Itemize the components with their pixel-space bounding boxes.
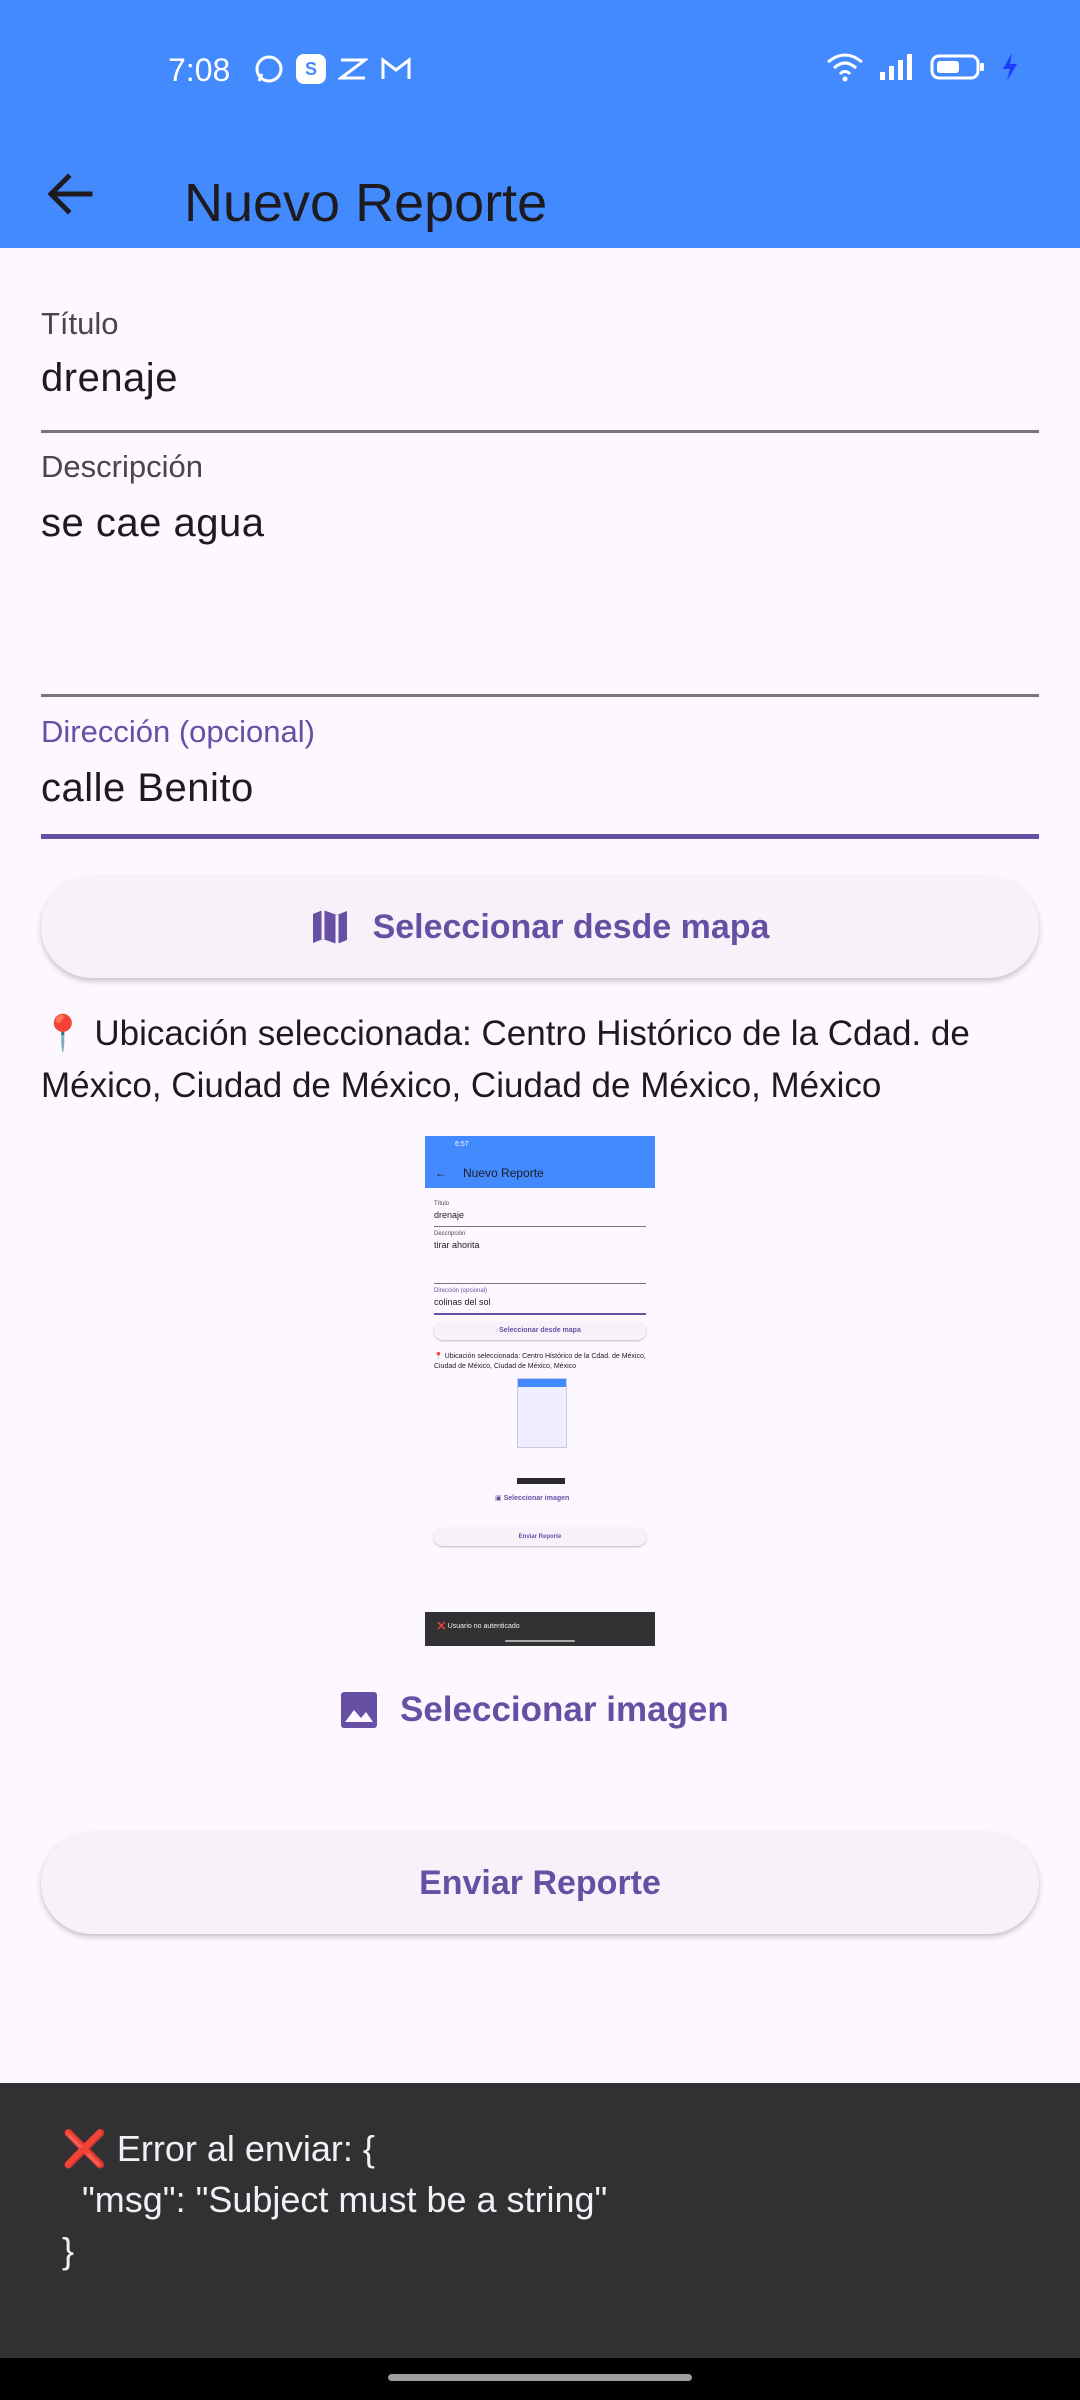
preview-description-value: tirar ahorita	[434, 1240, 480, 1250]
whatsapp-icon	[254, 54, 284, 89]
selected-location-text: Ubicación seleccionada: Centro Histórico…	[41, 1014, 970, 1105]
selected-location: 📍 Ubicación seleccionada: Centro Históri…	[41, 1008, 1051, 1112]
preview-image-button: ▣ Seleccionar imagen	[495, 1495, 570, 1502]
title-field[interactable]: Título drenaje	[41, 306, 1039, 436]
address-label: Dirección (opcional)	[41, 714, 315, 749]
preview-nested-snackbar	[517, 1478, 565, 1484]
address-input[interactable]: calle Benito	[41, 766, 254, 811]
submit-report-button[interactable]: Enviar Reporte	[41, 1832, 1039, 1934]
select-from-map-button[interactable]: Seleccionar desde mapa	[41, 876, 1039, 978]
preview-back-icon: ←	[435, 1166, 447, 1180]
address-field[interactable]: Dirección (opcional) calle Benito	[41, 714, 1039, 844]
page-title: Nuevo Reporte	[184, 173, 548, 233]
gmail-icon	[380, 54, 412, 89]
preview-title: Nuevo Reporte	[463, 1166, 544, 1180]
preview-address-value: colinas del sol	[434, 1297, 491, 1307]
preview-title-line	[434, 1226, 646, 1227]
back-button[interactable]	[40, 164, 100, 224]
capcut-icon	[336, 54, 370, 89]
title-label: Título	[41, 306, 119, 341]
preview-location-text: 📍 Ubicación seleccionada: Centro Históri…	[434, 1353, 646, 1370]
title-input[interactable]: drenaje	[41, 356, 178, 401]
status-app-icons: S	[254, 54, 412, 89]
preview-appbar: 6:57 ← Nuevo Reporte	[425, 1136, 655, 1188]
s-app-icon: S	[296, 54, 326, 84]
preview-description-line	[434, 1283, 646, 1284]
battery-icon	[930, 52, 986, 87]
selected-image-preview: 6:57 ← Nuevo Reporte Título drenaje Desc…	[425, 1136, 655, 1646]
location-pin-icon: 📍	[41, 1014, 85, 1053]
error-snackbar: ❌ Error al enviar: { "msg": "Subject mus…	[0, 2083, 1080, 2358]
app-bar: Nuevo Reporte	[0, 140, 1080, 248]
preview-snackbar: ❌ Usuario no autenticado	[425, 1612, 655, 1646]
preview-address-line	[434, 1313, 646, 1315]
charging-icon	[1000, 52, 1020, 87]
preview-address-label: Dirección (opcional)	[434, 1288, 488, 1294]
preview-title-label: Título	[434, 1201, 450, 1207]
wifi-icon	[826, 52, 864, 87]
preview-snackbar-text: ❌ Usuario no autenticado	[437, 1623, 520, 1630]
preview-send-button: Enviar Reporte	[434, 1528, 646, 1546]
preview-map-button: Seleccionar desde mapa	[434, 1322, 646, 1340]
preview-description-label: Descripción	[434, 1231, 466, 1237]
status-system-icons	[826, 52, 1020, 87]
description-field[interactable]: Descripción se cae agua	[41, 449, 1039, 699]
address-underline	[41, 834, 1039, 839]
arrow-back-icon	[40, 173, 100, 228]
navigation-bar	[0, 2358, 1080, 2400]
signal-icon	[878, 52, 916, 87]
status-bar: 7:08 S	[0, 0, 1080, 140]
submit-report-label: Enviar Reporte	[419, 1863, 661, 1902]
map-icon	[311, 908, 349, 946]
image-icon	[340, 1691, 378, 1729]
preview-nav-handle	[505, 1640, 575, 1642]
error-message: ❌ Error al enviar: { "msg": "Subject mus…	[62, 2128, 608, 2271]
select-image-button[interactable]: Seleccionar imagen	[340, 1680, 729, 1740]
select-image-label: Seleccionar imagen	[400, 1690, 729, 1729]
description-input[interactable]: se cae agua	[41, 501, 264, 546]
select-from-map-label: Seleccionar desde mapa	[372, 907, 770, 946]
preview-nested-thumbnail	[517, 1378, 567, 1448]
preview-title-value: drenaje	[434, 1210, 465, 1220]
description-label: Descripción	[41, 449, 203, 484]
preview-image-button-label: Seleccionar imagen	[503, 1495, 570, 1502]
description-underline	[41, 694, 1039, 697]
title-underline	[41, 430, 1039, 433]
home-gesture-handle[interactable]	[388, 2374, 692, 2381]
preview-status-time: 6:57	[455, 1141, 469, 1148]
status-time: 7:08	[168, 52, 231, 88]
